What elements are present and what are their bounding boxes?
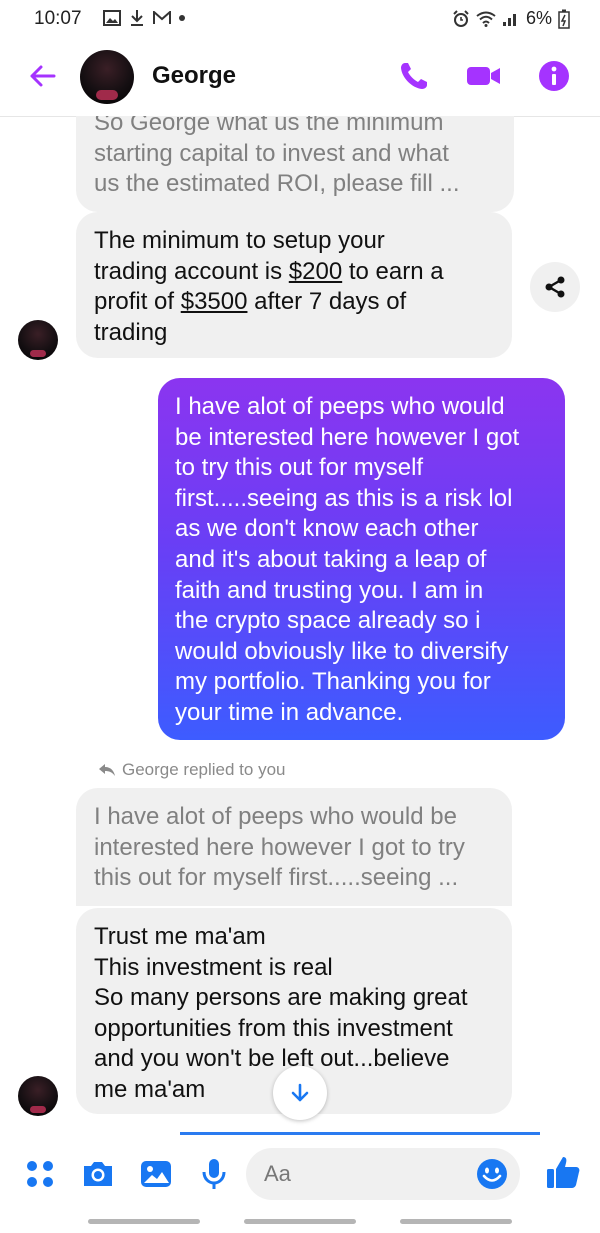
message-line: trading account is $200 to earn a: [94, 257, 512, 288]
message-line: The minimum to setup your: [94, 227, 385, 254]
amount-link[interactable]: $200: [289, 258, 342, 285]
message-line: profit of $3500 after 7 days of: [94, 287, 512, 318]
message-line: would obviously like to diversify: [175, 637, 509, 665]
message-line: faith and trusting you. I am in: [175, 576, 484, 604]
quoted-line: us the estimated ROI, please fill ...: [94, 170, 460, 198]
reply-indicator-text: George replied to you: [122, 760, 286, 779]
message-line: my portfolio. Thanking you for: [175, 668, 491, 696]
video-call-icon[interactable]: [466, 60, 502, 92]
message-line: first.....seeing as this is a risk lol: [175, 484, 513, 512]
camera-icon[interactable]: [80, 1156, 116, 1192]
incoming-message[interactable]: The minimum to setup your trading accoun…: [76, 212, 512, 358]
message-line: to try this out for myself: [175, 454, 424, 482]
message-line: Trust me ma'am: [94, 923, 266, 950]
download-notification-icon: [131, 10, 143, 26]
scroll-to-bottom-button[interactable]: [273, 1066, 327, 1120]
back-arrow-icon[interactable]: [26, 60, 58, 92]
conversation-header: George: [0, 40, 600, 117]
gallery-notification-icon: [103, 10, 121, 26]
sender-avatar[interactable]: [18, 320, 58, 360]
arrow-down-icon: [291, 1083, 309, 1102]
dot-icon: [179, 15, 185, 21]
microphone-icon[interactable]: [196, 1156, 232, 1192]
phone-call-icon[interactable]: [398, 60, 430, 92]
quoted-line: interested here however I got to try: [94, 833, 465, 861]
like-thumbs-up-icon[interactable]: [544, 1154, 582, 1192]
battery-charging-icon: [558, 9, 570, 29]
system-icons: 6%: [452, 8, 570, 29]
message-line: trading: [94, 318, 168, 346]
notification-icons: [103, 9, 185, 27]
message-line: I have alot of peeps who would: [175, 393, 505, 420]
status-time: 10:07: [34, 8, 82, 29]
message-line: the crypto space already so i: [175, 607, 481, 635]
message-line: your time in advance.: [175, 698, 404, 726]
contact-avatar[interactable]: [80, 50, 134, 104]
text-span: trading account is: [94, 257, 289, 285]
gallery-icon[interactable]: [138, 1156, 174, 1192]
signal-icon: [502, 13, 516, 26]
text-span: after 7 days of: [247, 288, 407, 316]
reply-arrow-icon: [99, 764, 115, 776]
message-line: This investment is real: [94, 953, 333, 981]
info-icon[interactable]: [538, 60, 570, 92]
outgoing-message[interactable]: I have alot of peeps who would be intere…: [158, 378, 565, 740]
emoji-icon[interactable]: [476, 1158, 508, 1190]
wifi-icon: [476, 11, 496, 27]
message-line: So many persons are making great: [94, 984, 468, 1012]
sender-avatar[interactable]: [18, 1076, 58, 1116]
contact-name[interactable]: George: [152, 62, 236, 90]
quoted-line: this out for myself first.....seeing ...: [94, 864, 459, 892]
battery-percent: 6%: [525, 8, 552, 28]
gmail-notification-icon: [153, 11, 171, 24]
text-span: profit of: [94, 288, 181, 316]
quoted-line: I have alot of peeps who would be: [94, 803, 457, 830]
message-line: be interested here however I got: [175, 423, 520, 451]
nav-home-button[interactable]: [244, 1219, 356, 1224]
message-input-placeholder: Aa: [264, 1161, 291, 1186]
nav-recents-button[interactable]: [88, 1219, 200, 1224]
quoted-line: starting capital to invest and what: [94, 139, 449, 167]
share-icon: [545, 276, 565, 298]
message-input[interactable]: Aa: [246, 1148, 520, 1200]
status-bar: 10:07 6%: [0, 0, 600, 36]
alarm-icon: [453, 9, 469, 27]
quoted-message: I have alot of peeps who would be intere…: [76, 788, 512, 906]
message-line: and it's about taking a leap of: [175, 545, 487, 573]
nav-back-button[interactable]: [400, 1219, 512, 1224]
message-line: opportunities from this investment: [94, 1014, 453, 1042]
message-composer: Aa: [0, 1140, 600, 1210]
menu-grid-icon[interactable]: [22, 1156, 58, 1192]
reply-indicator: George replied to you: [98, 760, 286, 780]
preview-divider: [180, 1132, 540, 1135]
text-span: to earn a: [342, 257, 444, 285]
amount-link[interactable]: $3500: [181, 288, 248, 315]
share-button[interactable]: [530, 262, 580, 312]
message-line: as we don't know each other: [175, 515, 479, 543]
